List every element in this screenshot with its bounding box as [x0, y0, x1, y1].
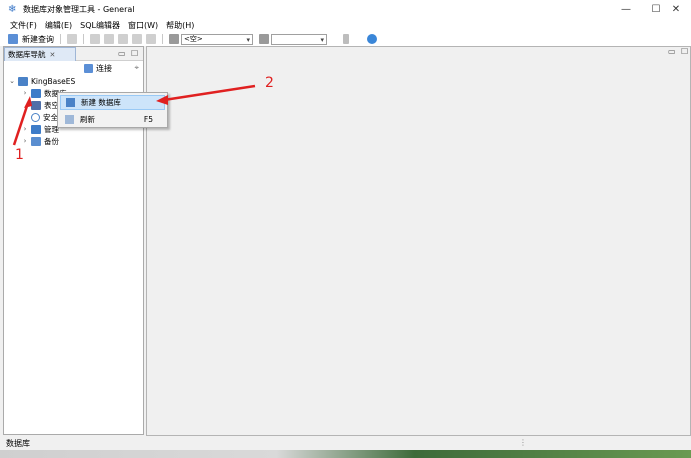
- title-bar: ❄ 数据库对象管理工具 - General — ☐ ✕: [0, 0, 691, 19]
- tree-node-backup[interactable]: › 备份: [4, 135, 143, 147]
- admin-icon: [31, 124, 41, 134]
- connect-icon: [84, 64, 93, 73]
- datasource-select-value: <空>: [184, 35, 203, 43]
- chevron-down-icon[interactable]: ⌄: [8, 77, 16, 85]
- app-logo-icon: ❄: [8, 3, 17, 15]
- tree-node-label: 安全: [43, 112, 58, 122]
- minimize-editor-icon[interactable]: ▭: [668, 47, 676, 56]
- menu-file[interactable]: 文件(F): [6, 20, 41, 31]
- toolbar-separator: [83, 34, 84, 44]
- status-bar: 数据库 ⋮: [0, 436, 691, 450]
- paste-icon[interactable]: [146, 34, 156, 44]
- tree-node-root[interactable]: ⌄ KingBaseES: [4, 75, 143, 87]
- chevron-down-icon: ▾: [320, 35, 324, 44]
- menu-window[interactable]: 窗口(W): [124, 20, 162, 31]
- navigator-tab-bar: 数据库导航 ✕ ▭ ☐: [4, 47, 143, 61]
- connect-label: 连接: [96, 64, 112, 73]
- desktop-background: [0, 450, 691, 458]
- chevron-right-icon[interactable]: ›: [21, 125, 29, 133]
- toolbar-separator: [60, 34, 61, 44]
- app-window: ❄ 数据库对象管理工具 - General — ☐ ✕ 文件(F) 编辑(E) …: [0, 0, 691, 458]
- status-grip-icon: ⋮: [519, 438, 527, 447]
- maximize-editor-icon[interactable]: ☐: [681, 47, 688, 56]
- close-icon[interactable]: ✕: [50, 51, 56, 59]
- toolbar-separator: [162, 34, 163, 44]
- chevron-down-icon: ▾: [246, 35, 250, 44]
- datasource-icon: [169, 34, 179, 44]
- tree-node-label: 备份: [44, 136, 59, 146]
- redo-icon[interactable]: [104, 34, 114, 44]
- new-query-icon: [8, 34, 18, 44]
- server-icon: [18, 76, 28, 86]
- new-query-button[interactable]: 新建查询: [20, 33, 56, 45]
- tree-node-label: KingBaseES: [31, 76, 76, 86]
- menu-help[interactable]: 帮助(H): [162, 20, 198, 31]
- tab-database-navigator[interactable]: 数据库导航 ✕: [4, 47, 76, 61]
- chevron-right-icon[interactable]: ›: [21, 89, 29, 97]
- chevron-right-icon[interactable]: ›: [21, 137, 29, 145]
- annotation-marker-2: 2: [265, 75, 274, 91]
- annotation-marker-1: 1: [15, 147, 24, 163]
- menu-item-new-database[interactable]: 新建 数据库: [60, 95, 165, 110]
- save-icon[interactable]: [67, 34, 77, 44]
- datasource-select[interactable]: <空> ▾: [181, 33, 253, 45]
- editor-area: ▭ ☐: [146, 46, 691, 436]
- menu-item-label: 新建 数据库: [81, 98, 121, 107]
- close-button[interactable]: ✕: [661, 0, 691, 19]
- cut-icon[interactable]: [118, 34, 128, 44]
- context-menu: 新建 数据库 刷新 F5: [57, 92, 168, 128]
- undo-icon[interactable]: [90, 34, 100, 44]
- editor-header: ▭ ☐: [147, 47, 690, 57]
- copy-icon[interactable]: [132, 34, 142, 44]
- menu-sql-editor[interactable]: SQL编辑器: [76, 20, 124, 31]
- debug-icon[interactable]: [367, 34, 377, 44]
- maximize-panel-icon[interactable]: ☐: [131, 49, 138, 58]
- pin-icon[interactable]: ⌖: [134, 63, 139, 73]
- connect-button[interactable]: 连接: [84, 63, 112, 74]
- menu-item-label: 刷新: [80, 115, 95, 124]
- navigator-toolbar: 连接 ⌖: [4, 61, 143, 75]
- minimize-panel-icon[interactable]: ▭: [118, 49, 126, 58]
- tab-label: 数据库导航: [8, 50, 46, 59]
- tablespace-icon: [31, 100, 41, 110]
- menu-item-refresh[interactable]: 刷新 F5: [60, 112, 165, 127]
- minimize-button[interactable]: —: [611, 0, 641, 19]
- window-title: 数据库对象管理工具 - General: [23, 5, 135, 14]
- database-icon: [31, 88, 41, 98]
- new-database-icon: [66, 98, 75, 107]
- refresh-icon: [65, 115, 74, 124]
- schema-icon: [259, 34, 269, 44]
- menu-item-shortcut: F5: [143, 115, 153, 124]
- status-text: 数据库: [6, 438, 30, 448]
- backup-icon: [31, 136, 41, 146]
- run-icon[interactable]: [343, 34, 349, 44]
- security-icon: [31, 112, 40, 122]
- toolbar: 新建查询 <空> ▾ ▾: [0, 32, 691, 46]
- menu-edit[interactable]: 编辑(E): [41, 20, 76, 31]
- menu-bar: 文件(F) 编辑(E) SQL编辑器 窗口(W) 帮助(H): [0, 19, 691, 32]
- schema-select[interactable]: ▾: [271, 33, 327, 45]
